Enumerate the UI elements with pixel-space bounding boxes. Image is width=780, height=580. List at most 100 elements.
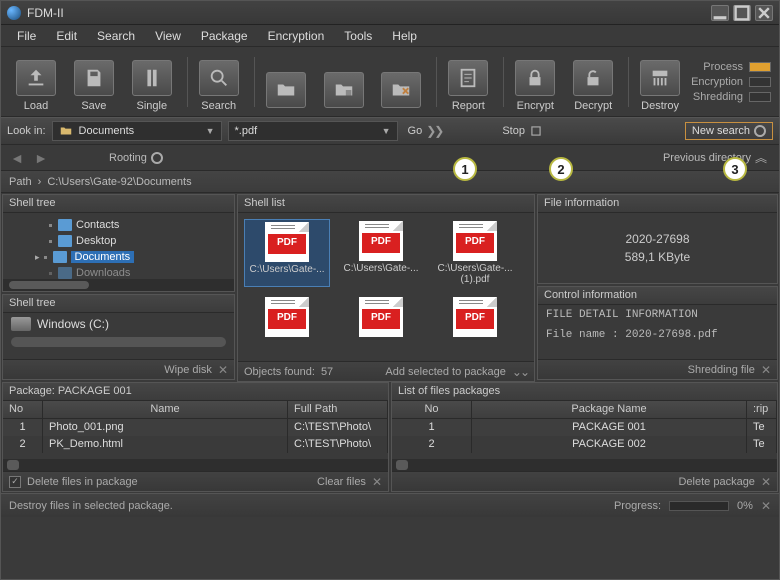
- menu-view[interactable]: View: [145, 27, 191, 45]
- delete-files-checkbox[interactable]: ✓: [9, 476, 21, 488]
- h-scrollbar[interactable]: [3, 279, 234, 291]
- shell-tree-panel: Shell tree Contacts Desktop ▸ Documents …: [2, 194, 235, 292]
- file-item[interactable]: PDF: [432, 295, 518, 341]
- path-value: C:\Users\Gate-92\Documents: [47, 176, 191, 188]
- toolbar-destroy[interactable]: Destroy: [633, 52, 687, 112]
- report-icon: [448, 60, 488, 96]
- lookin-dropdown[interactable]: Documents ▼: [52, 121, 222, 141]
- pdf-icon: PDF: [359, 297, 403, 337]
- lookin-label: Look in:: [7, 125, 46, 137]
- chevron-down-icon: ▼: [382, 126, 391, 136]
- pdf-icon: PDF: [453, 297, 497, 337]
- menu-encryption[interactable]: Encryption: [258, 27, 335, 45]
- file-item[interactable]: PDFC:\Users\Gate-...: [338, 219, 424, 287]
- shredding-led: [749, 92, 771, 102]
- panel-title: Control information: [538, 287, 777, 305]
- drive-panel: Shell tree Windows (C:) Wipe disk✕: [2, 294, 235, 380]
- file-name: 2020-27698: [625, 232, 689, 246]
- minimize-button[interactable]: [711, 5, 729, 21]
- folder-delete-icon: [381, 72, 421, 108]
- close-button[interactable]: [755, 5, 773, 21]
- wipe-disk-button[interactable]: Wipe disk: [164, 364, 212, 376]
- back-button[interactable]: ◄: [9, 150, 25, 166]
- stop-button[interactable]: Stop: [498, 122, 547, 140]
- folder-open-icon: [266, 72, 306, 108]
- file-item[interactable]: PDF: [338, 295, 424, 341]
- menu-file[interactable]: File: [7, 27, 46, 45]
- panel-title: Shell list: [238, 195, 534, 213]
- drive-usage-bar: [11, 337, 226, 347]
- panel-title: File information: [538, 195, 777, 213]
- table-row[interactable]: 2PK_Demo.htmlC:\TEST\Photo\: [3, 436, 388, 453]
- path-bar: Path › C:\Users\Gate-92\Documents: [1, 171, 779, 193]
- maximize-button[interactable]: [733, 5, 751, 21]
- file-item[interactable]: PDFC:\Users\Gate-... (1).pdf: [432, 219, 518, 287]
- delete-files-label: Delete files in package: [27, 476, 138, 488]
- bottom-tables: Package: PACKAGE 001 No Name Full Path 1…: [1, 381, 779, 493]
- rooting-button[interactable]: Rooting: [105, 150, 167, 166]
- title-bar: FDM-II: [1, 1, 779, 25]
- progress-label: Progress:: [614, 500, 661, 512]
- go-button[interactable]: Go ❯❯: [404, 122, 447, 140]
- menu-tools[interactable]: Tools: [334, 27, 382, 45]
- table-row[interactable]: 1Photo_001.pngC:\TEST\Photo\: [3, 419, 388, 436]
- folder-icon: [58, 235, 72, 247]
- toolbar-folder-delete[interactable]: [375, 52, 429, 112]
- x-icon: ✕: [372, 475, 382, 489]
- app-icon: [7, 6, 21, 20]
- menu-bar: File Edit Search View Package Encryption…: [1, 25, 779, 47]
- process-led: [749, 62, 771, 72]
- toolbar: Load Save Single Search Report Encrypt D…: [1, 47, 779, 117]
- toolbar-report[interactable]: Report: [441, 52, 495, 112]
- cancel-progress-button[interactable]: ✕: [761, 499, 771, 513]
- toolbar-folder-open[interactable]: [259, 52, 313, 112]
- objects-found-count: 57: [321, 366, 333, 378]
- clear-files-button[interactable]: Clear files: [317, 476, 366, 488]
- menu-package[interactable]: Package: [191, 27, 258, 45]
- folder-icon: [58, 267, 72, 279]
- tree-item-documents[interactable]: ▸ Documents: [9, 249, 228, 265]
- app-title: FDM-II: [27, 6, 64, 20]
- save-icon: [74, 60, 114, 96]
- menu-edit[interactable]: Edit: [46, 27, 87, 45]
- toolbar-search[interactable]: Search: [192, 52, 246, 112]
- toolbar-decrypt[interactable]: Decrypt: [566, 52, 620, 112]
- h-scrollbar[interactable]: [3, 459, 388, 471]
- menu-help[interactable]: Help: [382, 27, 427, 45]
- shredding-file-button[interactable]: Shredding file: [688, 364, 755, 376]
- folder-icon: [59, 124, 73, 138]
- panel-title: Shell tree: [3, 195, 234, 213]
- lock-icon: [515, 60, 555, 96]
- h-scrollbar[interactable]: [392, 459, 777, 471]
- toolbar-folder-save[interactable]: [317, 52, 371, 112]
- panel-title: List of files packages: [392, 383, 777, 401]
- folder-icon: [53, 251, 67, 263]
- toolbar-save[interactable]: Save: [67, 52, 121, 112]
- file-item[interactable]: PDF: [244, 295, 330, 341]
- file-info-panel: File information 2020-27698 589,1 KByte: [537, 194, 778, 284]
- file-item[interactable]: PDFC:\Users\Gate-...: [244, 219, 330, 287]
- menu-search[interactable]: Search: [87, 27, 145, 45]
- tree-view[interactable]: Contacts Desktop ▸ Documents Downloads: [3, 213, 234, 279]
- table-row[interactable]: 2PACKAGE 002Te: [392, 436, 777, 453]
- new-search-button[interactable]: New search: [685, 122, 773, 140]
- forward-button[interactable]: ►: [33, 150, 49, 166]
- refresh-icon: [151, 152, 163, 164]
- progress-bar: [669, 501, 729, 511]
- detail-line: File name : 2020-27698.pdf: [538, 325, 777, 345]
- delete-package-button[interactable]: Delete package: [678, 476, 754, 488]
- shred-icon: [640, 60, 680, 96]
- file-grid[interactable]: PDFC:\Users\Gate-... PDFC:\Users\Gate-..…: [238, 213, 534, 361]
- single-icon: [132, 60, 172, 96]
- drive-item[interactable]: Windows (C:): [3, 313, 234, 335]
- package-list-panel: List of files packages No Package Name :…: [391, 382, 778, 492]
- stop-icon: [529, 124, 543, 138]
- toolbar-load[interactable]: Load: [9, 52, 63, 112]
- table-row[interactable]: 1PACKAGE 001Te: [392, 419, 777, 436]
- toolbar-single[interactable]: Single: [125, 52, 179, 112]
- previous-directory-button[interactable]: Previous directory ︽: [659, 147, 771, 168]
- filter-dropdown[interactable]: *.pdf ▼: [228, 121, 398, 141]
- add-to-package-button[interactable]: Add selected to package: [385, 366, 505, 378]
- go-icon: ❯❯: [426, 124, 442, 138]
- toolbar-encrypt[interactable]: Encrypt: [508, 52, 562, 112]
